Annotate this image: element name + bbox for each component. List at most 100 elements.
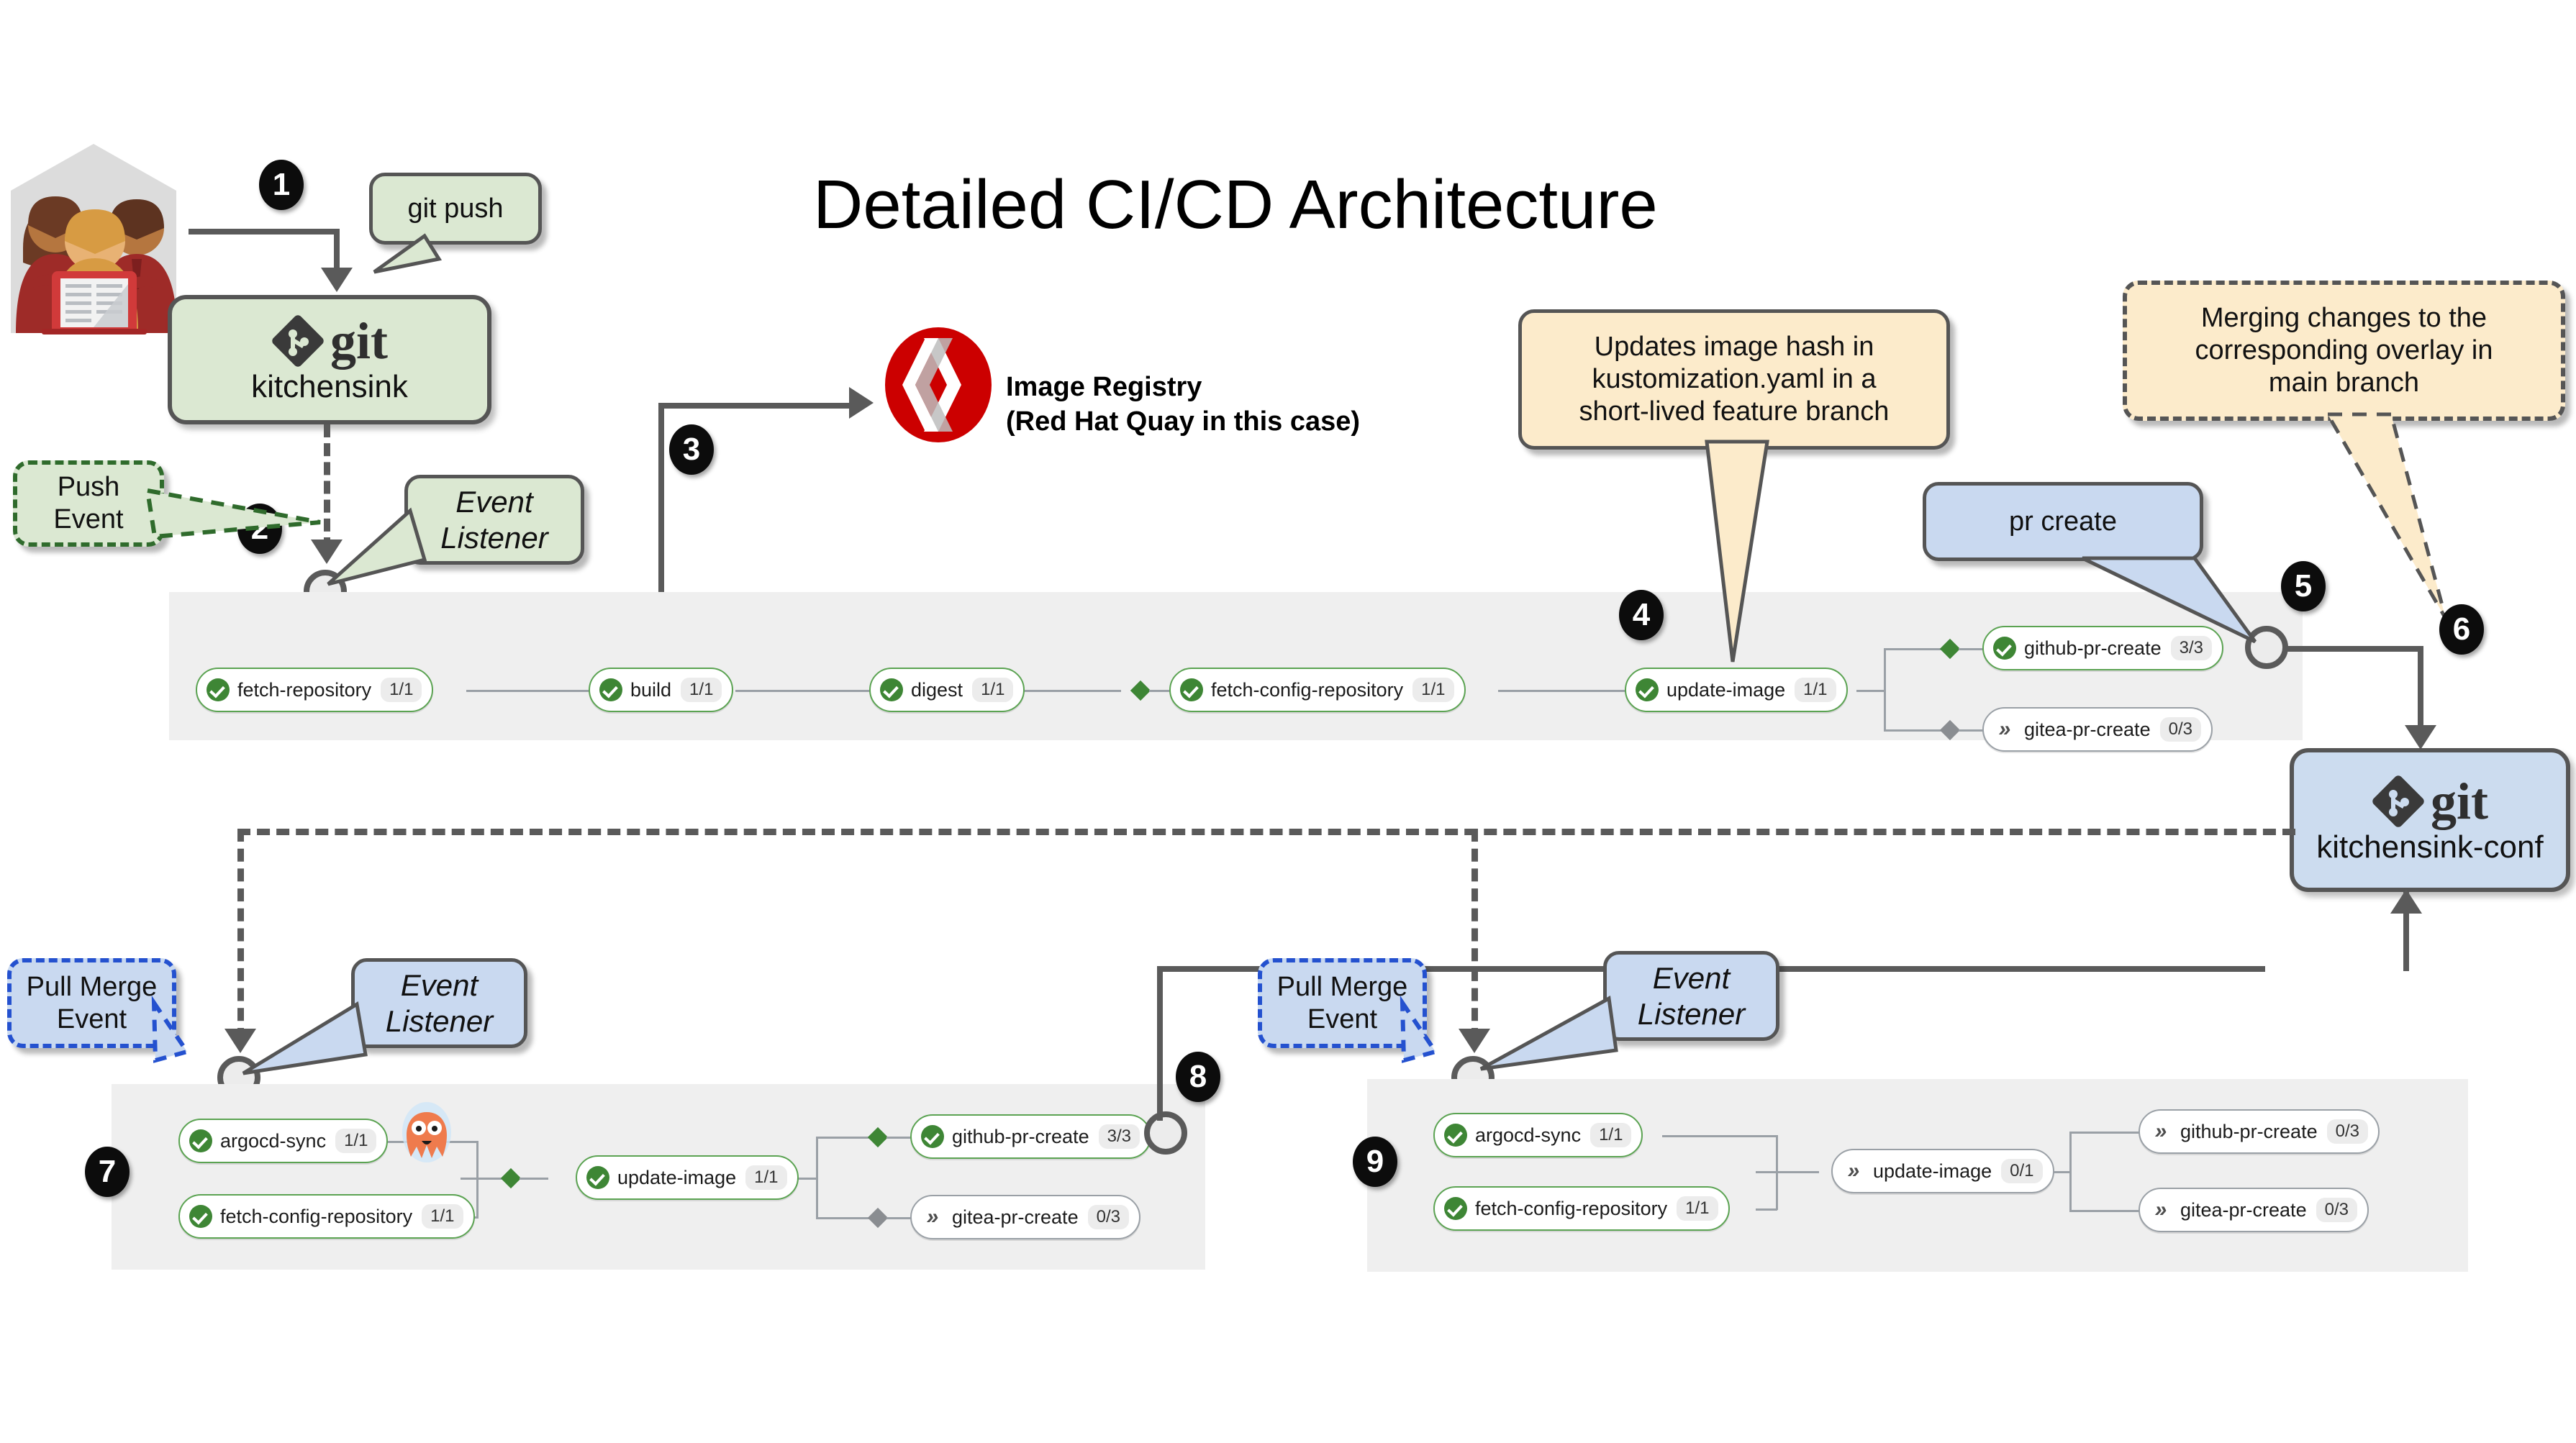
callout-merging-changes: Merging changes to the corresponding over…: [2123, 281, 2565, 421]
task-count: 1/1: [381, 678, 422, 702]
task-argocd-sync[interactable]: argocd-sync 1/1: [178, 1119, 389, 1163]
task-github-pr-create[interactable]: github-pr-create 3/3: [910, 1114, 1151, 1159]
task-count: 1/1: [972, 678, 1014, 702]
quay-logo: [881, 324, 996, 446]
badge-8: 8: [1176, 1052, 1220, 1102]
badge-6: 6: [2439, 604, 2484, 655]
arrow-to-kitchensink: [321, 268, 353, 292]
task-gitea-pr-create[interactable]: » gitea-pr-create 0/3: [1982, 707, 2213, 752]
badge-3: 3: [669, 424, 714, 475]
event-listener-node-pr-dev[interactable]: [1144, 1111, 1187, 1155]
pipeline-connector: [1776, 1171, 1778, 1210]
connector-dev-pr-up: [1157, 966, 1163, 1121]
registry-label-line1: Image Registry: [1006, 372, 1202, 402]
task-count: 1/1: [422, 1204, 463, 1229]
arrow-to-listener-1: [311, 540, 343, 564]
git-wordmark: git: [330, 311, 388, 370]
callout-merging-changes-text: Merging changes to the corresponding over…: [2195, 303, 2493, 398]
event-listener-node-pr[interactable]: [2245, 626, 2288, 669]
callout-pr-create-text: pr create: [2009, 506, 2117, 537]
pipeline-connector: [466, 690, 599, 692]
task-label: github-pr-create: [952, 1125, 1089, 1147]
task-fetch-repository[interactable]: fetch-repository 1/1: [196, 668, 434, 712]
badge-9: 9: [1353, 1137, 1397, 1187]
arrow-up-to-kitchensink-conf: [2390, 889, 2422, 914]
pipeline-connector: [476, 1141, 479, 1180]
task-count: 0/1: [2001, 1159, 2043, 1183]
pipeline-connector: [1884, 648, 1886, 732]
task-fetch-config-repository[interactable]: fetch-config-repository 1/1: [178, 1194, 475, 1239]
callout-pull-merge-event-2: Pull Merge Event: [1258, 958, 1427, 1048]
callout-pull-merge-event-1: Pull Merge Event: [7, 958, 176, 1048]
pipeline-connector: [2069, 1132, 2072, 1212]
status-succeeded-icon: [1443, 1196, 1468, 1221]
task-label: fetch-config-repository: [1475, 1197, 1668, 1219]
task-label: github-pr-create: [2180, 1120, 2318, 1142]
callout-event-listener-3: Event Listener: [1603, 951, 1779, 1041]
status-succeeded-icon: [1443, 1123, 1468, 1147]
task-label: gitea-pr-create: [952, 1206, 1079, 1228]
task-label: fetch-config-repository: [220, 1205, 413, 1227]
callout-git-push: git push: [369, 173, 542, 245]
repo-kitchensink-conf[interactable]: git kitchensink-conf: [2290, 748, 2570, 892]
task-label: fetch-repository: [237, 678, 372, 701]
task-label: gitea-pr-create: [2024, 718, 2151, 740]
task-label: argocd-sync: [1475, 1124, 1582, 1146]
status-succeeded-icon: [1635, 678, 1659, 702]
callout-event-listener-3-text: Event Listener: [1637, 960, 1746, 1031]
repo-kitchensink[interactable]: git kitchensink: [168, 295, 491, 424]
status-succeeded-icon: [599, 678, 623, 702]
status-succeeded-icon: [189, 1129, 213, 1153]
task-github-pr-create[interactable]: » github-pr-create 0/3: [2139, 1109, 2380, 1154]
task-count: 0/3: [2316, 1198, 2357, 1222]
connector-push-event: [324, 424, 330, 550]
pipeline-connector: [461, 1178, 504, 1180]
task-github-pr-create[interactable]: github-pr-create 3/3: [1982, 626, 2223, 670]
pipeline-connector: [2069, 1210, 2140, 1212]
task-count: 3/3: [1098, 1124, 1140, 1149]
task-label: github-pr-create: [2024, 637, 2162, 659]
task-count: 3/3: [2170, 636, 2212, 660]
task-gitea-pr-create[interactable]: » gitea-pr-create 0/3: [2139, 1188, 2369, 1232]
arrow-to-listener-3: [1459, 1029, 1490, 1053]
diagram-canvas: Detailed CI/CD Architecture 1 git push g…: [0, 0, 2576, 1443]
callout-git-push-text: git push: [407, 193, 504, 224]
task-label: build: [630, 678, 672, 701]
task-gitea-pr-create[interactable]: » gitea-pr-create 0/3: [910, 1195, 1140, 1239]
badge-5: 5: [2281, 561, 2326, 611]
task-count: 0/3: [2159, 717, 2201, 742]
task-update-image[interactable]: update-image 1/1: [1625, 668, 1848, 712]
task-label: digest: [911, 678, 963, 701]
status-succeeded-icon: [1992, 636, 2017, 660]
callout-event-listener-2: Event Listener: [351, 958, 527, 1048]
git-logo: git: [271, 314, 388, 368]
status-succeeded-icon: [920, 1124, 945, 1149]
connector-bus-branch-mid: [1471, 829, 1478, 1041]
status-skipped-icon: »: [2154, 1198, 2167, 1221]
pipeline-connector: [1776, 1135, 1778, 1173]
status-skipped-icon: »: [926, 1205, 939, 1229]
callout-event-listener-1: Event Listener: [404, 475, 584, 565]
callout-push-event-tail: [145, 488, 321, 540]
task-update-image[interactable]: » update-image 0/1: [1831, 1149, 2054, 1193]
git-logo: git: [2372, 775, 2488, 828]
task-build[interactable]: build 1/1: [589, 668, 734, 712]
task-digest[interactable]: digest 1/1: [869, 668, 1025, 712]
task-count: 1/1: [1677, 1196, 1718, 1221]
pipeline-connector: [1498, 690, 1635, 692]
task-fetch-config-repository[interactable]: fetch-config-repository 1/1: [1169, 668, 1466, 712]
task-argocd-sync[interactable]: argocd-sync 1/1: [1433, 1113, 1643, 1157]
repo-kitchensink-name: kitchensink: [251, 369, 408, 404]
callout-updates-image-hash-text: Updates image hash in kustomization.yaml …: [1579, 332, 1890, 427]
task-update-image[interactable]: update-image 1/1: [576, 1155, 799, 1200]
task-count: 1/1: [681, 678, 722, 702]
connector-build-to-registry-h: [658, 403, 860, 409]
registry-label: Image Registry (Red Hat Quay in this cas…: [1006, 370, 1360, 439]
status-succeeded-icon: [879, 678, 904, 702]
task-fetch-config-repository[interactable]: fetch-config-repository 1/1: [1433, 1186, 1730, 1231]
task-count: 0/3: [1087, 1205, 1129, 1229]
connector-dev-to-git: [189, 229, 340, 235]
task-count: 1/1: [335, 1129, 377, 1153]
task-label: update-image: [617, 1166, 737, 1188]
callout-pull-merge-event-1-text: Pull Merge Event: [26, 971, 158, 1034]
